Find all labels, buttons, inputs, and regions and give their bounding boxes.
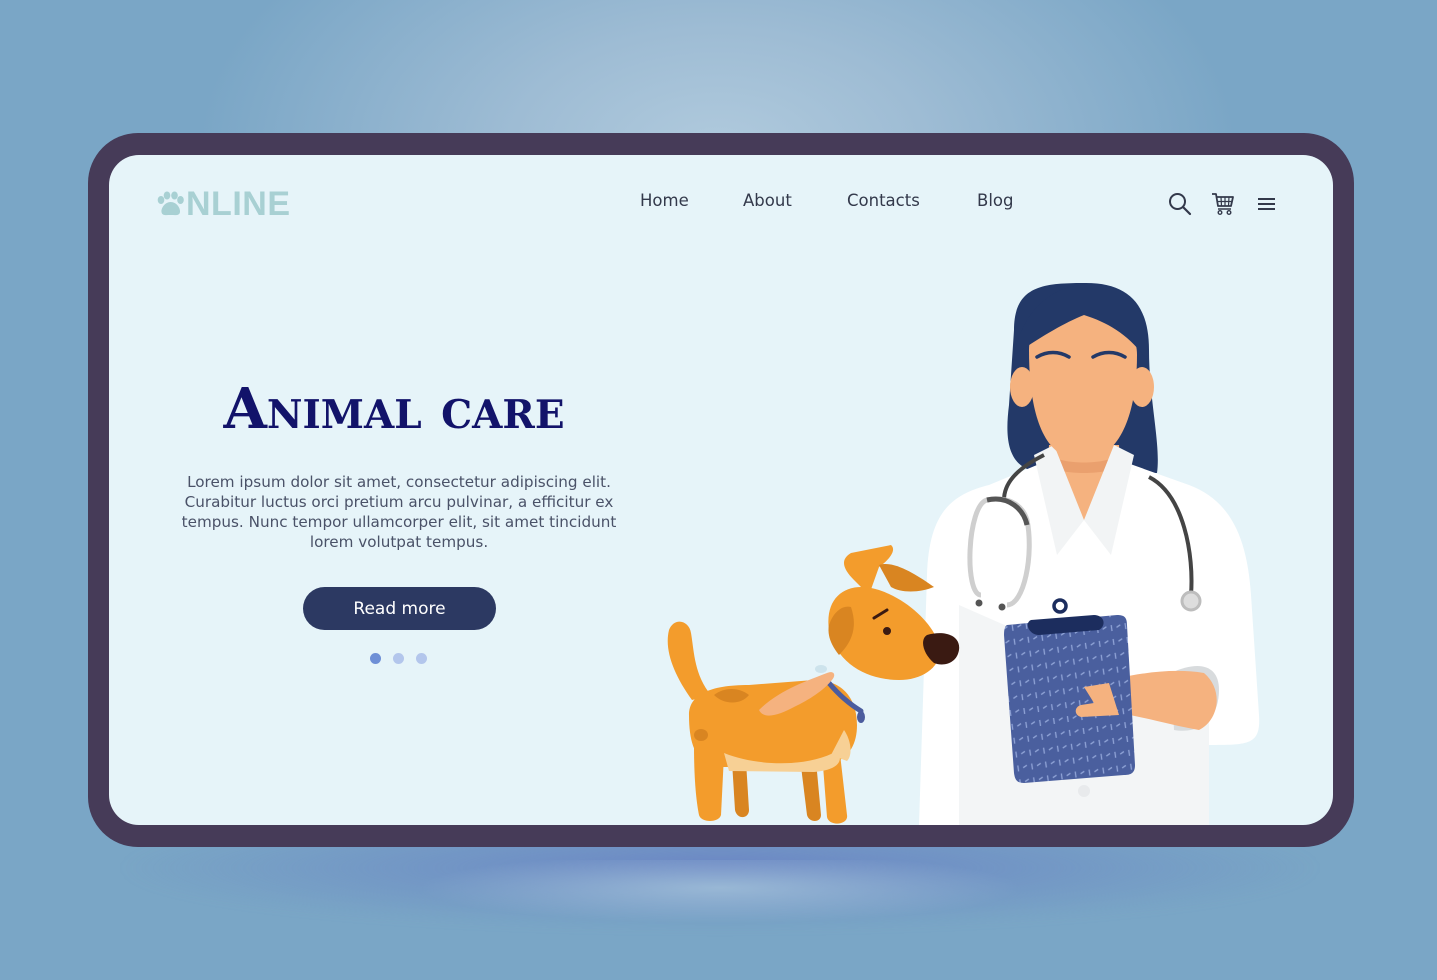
clipboard-icon [1004,598,1135,783]
nav-item-blog[interactable]: Blog [977,191,1013,210]
read-more-button[interactable]: Read more [303,587,496,630]
brand-logo[interactable]: NLINE [155,185,291,224]
menu-button[interactable] [1253,191,1279,217]
nav-item-contacts[interactable]: Contacts [847,191,920,210]
device-frame: NLINE Home About Contacts Blog Animal ca… [88,133,1354,847]
cart-button[interactable] [1211,191,1237,217]
hero-description: Lorem ipsum dolor sit amet, consectetur … [181,473,617,551]
search-icon [1169,193,1192,216]
nav-item-about[interactable]: About [743,191,792,210]
carousel-dot-2[interactable] [393,653,404,664]
carousel-dot-1[interactable] [370,653,381,664]
cart-icon [1212,193,1234,216]
paw-icon [157,191,184,215]
dog [667,545,960,824]
search-button[interactable] [1167,191,1193,217]
hero-title: Animal care [223,376,565,442]
carousel-indicators [370,653,427,664]
nav-item-home[interactable]: Home [640,191,689,210]
logo-text: NLINE [186,185,291,223]
website-screen: NLINE Home About Contacts Blog Animal ca… [109,155,1333,825]
carousel-dot-3[interactable] [416,653,427,664]
floor-highlight [420,860,1020,930]
menu-icon [1258,198,1275,210]
veterinarian [919,283,1260,825]
